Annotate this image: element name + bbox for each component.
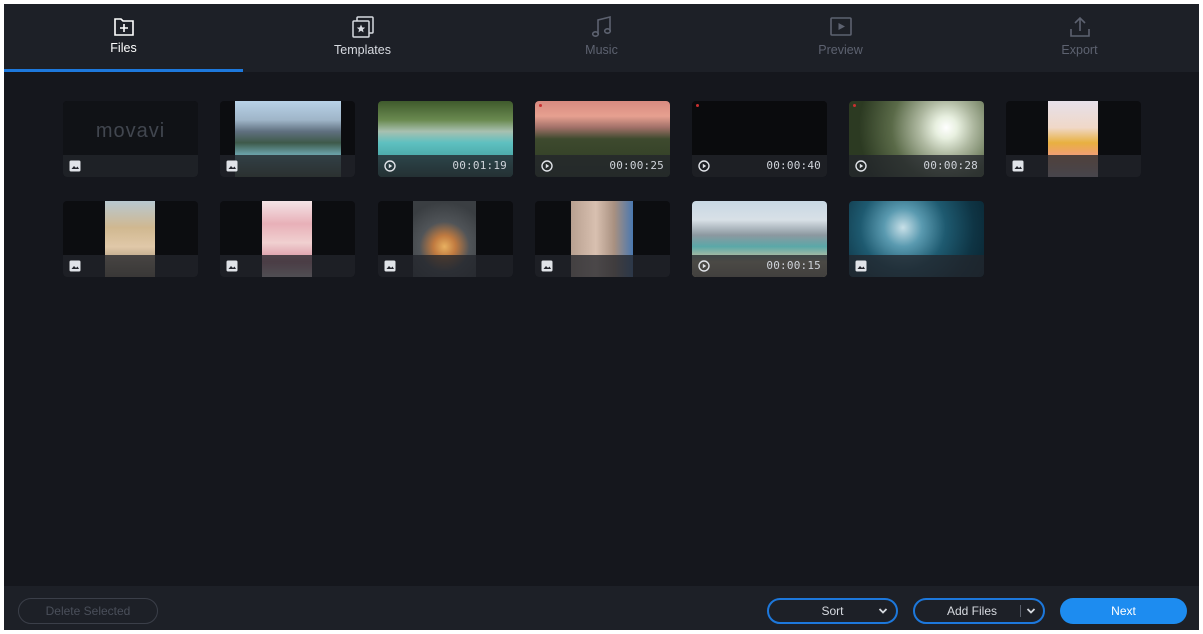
- add-files-button[interactable]: Add Files: [913, 598, 1045, 624]
- image-icon: [69, 260, 81, 272]
- tab-music-label: Music: [585, 43, 618, 57]
- image-icon: [226, 160, 238, 172]
- media-thumb[interactable]: [63, 201, 198, 277]
- sort-dropdown[interactable]: Sort: [767, 598, 898, 624]
- media-thumb[interactable]: [1006, 101, 1141, 177]
- media-thumb[interactable]: [220, 101, 355, 177]
- footer-bar: Delete Selected Sort Add Files Next: [4, 586, 1199, 630]
- next-button[interactable]: Next: [1060, 598, 1187, 624]
- app-window: Files Templates Music Preview Export mov…: [4, 4, 1199, 630]
- marker-dot: [539, 104, 542, 107]
- thumb-info-bar: [63, 255, 198, 277]
- tab-preview[interactable]: Preview: [721, 4, 960, 72]
- video-duration: 00:00:15: [766, 259, 821, 272]
- media-thumb[interactable]: [378, 201, 513, 277]
- tab-templates-label: Templates: [334, 43, 391, 57]
- video-duration: 00:00:40: [766, 159, 821, 172]
- add-file-icon: [113, 18, 134, 36]
- media-thumb[interactable]: movavi: [63, 101, 198, 177]
- tab-files[interactable]: Files: [4, 4, 243, 72]
- play-preview-icon: [829, 17, 852, 36]
- marker-dot: [696, 104, 699, 107]
- tab-export-label: Export: [1061, 43, 1098, 57]
- video-duration: 00:00:28: [923, 159, 978, 172]
- tab-music[interactable]: Music: [482, 4, 721, 72]
- media-thumb[interactable]: 00:00:28: [849, 101, 984, 177]
- next-label: Next: [1111, 604, 1136, 618]
- video-duration: 00:01:19: [452, 159, 507, 172]
- thumb-info-bar: [220, 255, 355, 277]
- thumb-info-bar: [535, 255, 670, 277]
- marker-dot: [853, 104, 856, 107]
- media-thumb[interactable]: [849, 201, 984, 277]
- thumb-info-bar: [63, 155, 198, 177]
- image-icon: [69, 160, 81, 172]
- play-circle-icon: [698, 260, 710, 272]
- image-icon: [855, 260, 867, 272]
- image-icon: [1012, 160, 1024, 172]
- add-files-label: Add Files: [946, 604, 998, 618]
- sort-label: Sort: [821, 604, 844, 618]
- logo-text: movavi: [95, 119, 166, 142]
- chevron-down-icon: [878, 608, 888, 614]
- video-duration: 00:00:25: [609, 159, 664, 172]
- thumb-info-bar: [1006, 155, 1141, 177]
- media-thumb[interactable]: 00:00:25: [535, 101, 670, 177]
- play-circle-icon: [541, 160, 553, 172]
- split-divider: [1020, 605, 1021, 617]
- delete-selected-label: Delete Selected: [45, 604, 131, 618]
- media-thumb[interactable]: 00:01:19: [378, 101, 513, 177]
- tab-files-label: Files: [110, 41, 137, 55]
- step-tabs: Files Templates Music Preview Export: [4, 4, 1199, 72]
- tab-preview-label: Preview: [818, 43, 863, 57]
- image-icon: [541, 260, 553, 272]
- play-circle-icon: [698, 160, 710, 172]
- thumb-info-bar: [849, 255, 984, 277]
- play-circle-icon: [855, 160, 867, 172]
- templates-star-icon: [351, 16, 374, 38]
- export-upload-icon: [1069, 16, 1090, 37]
- tab-export[interactable]: Export: [960, 4, 1199, 72]
- media-thumb[interactable]: 00:00:40: [692, 101, 827, 177]
- media-thumb[interactable]: [535, 201, 670, 277]
- play-circle-icon: [384, 160, 396, 172]
- thumb-info-bar: [378, 255, 513, 277]
- music-note-icon: [591, 15, 611, 37]
- tab-templates[interactable]: Templates: [243, 4, 482, 72]
- image-icon: [226, 260, 238, 272]
- media-thumb[interactable]: 00:00:15: [692, 201, 827, 277]
- image-icon: [384, 260, 396, 272]
- chevron-down-icon[interactable]: [1026, 607, 1036, 615]
- thumb-info-bar: [220, 155, 355, 177]
- delete-selected-button[interactable]: Delete Selected: [18, 598, 158, 624]
- media-thumb[interactable]: [220, 201, 355, 277]
